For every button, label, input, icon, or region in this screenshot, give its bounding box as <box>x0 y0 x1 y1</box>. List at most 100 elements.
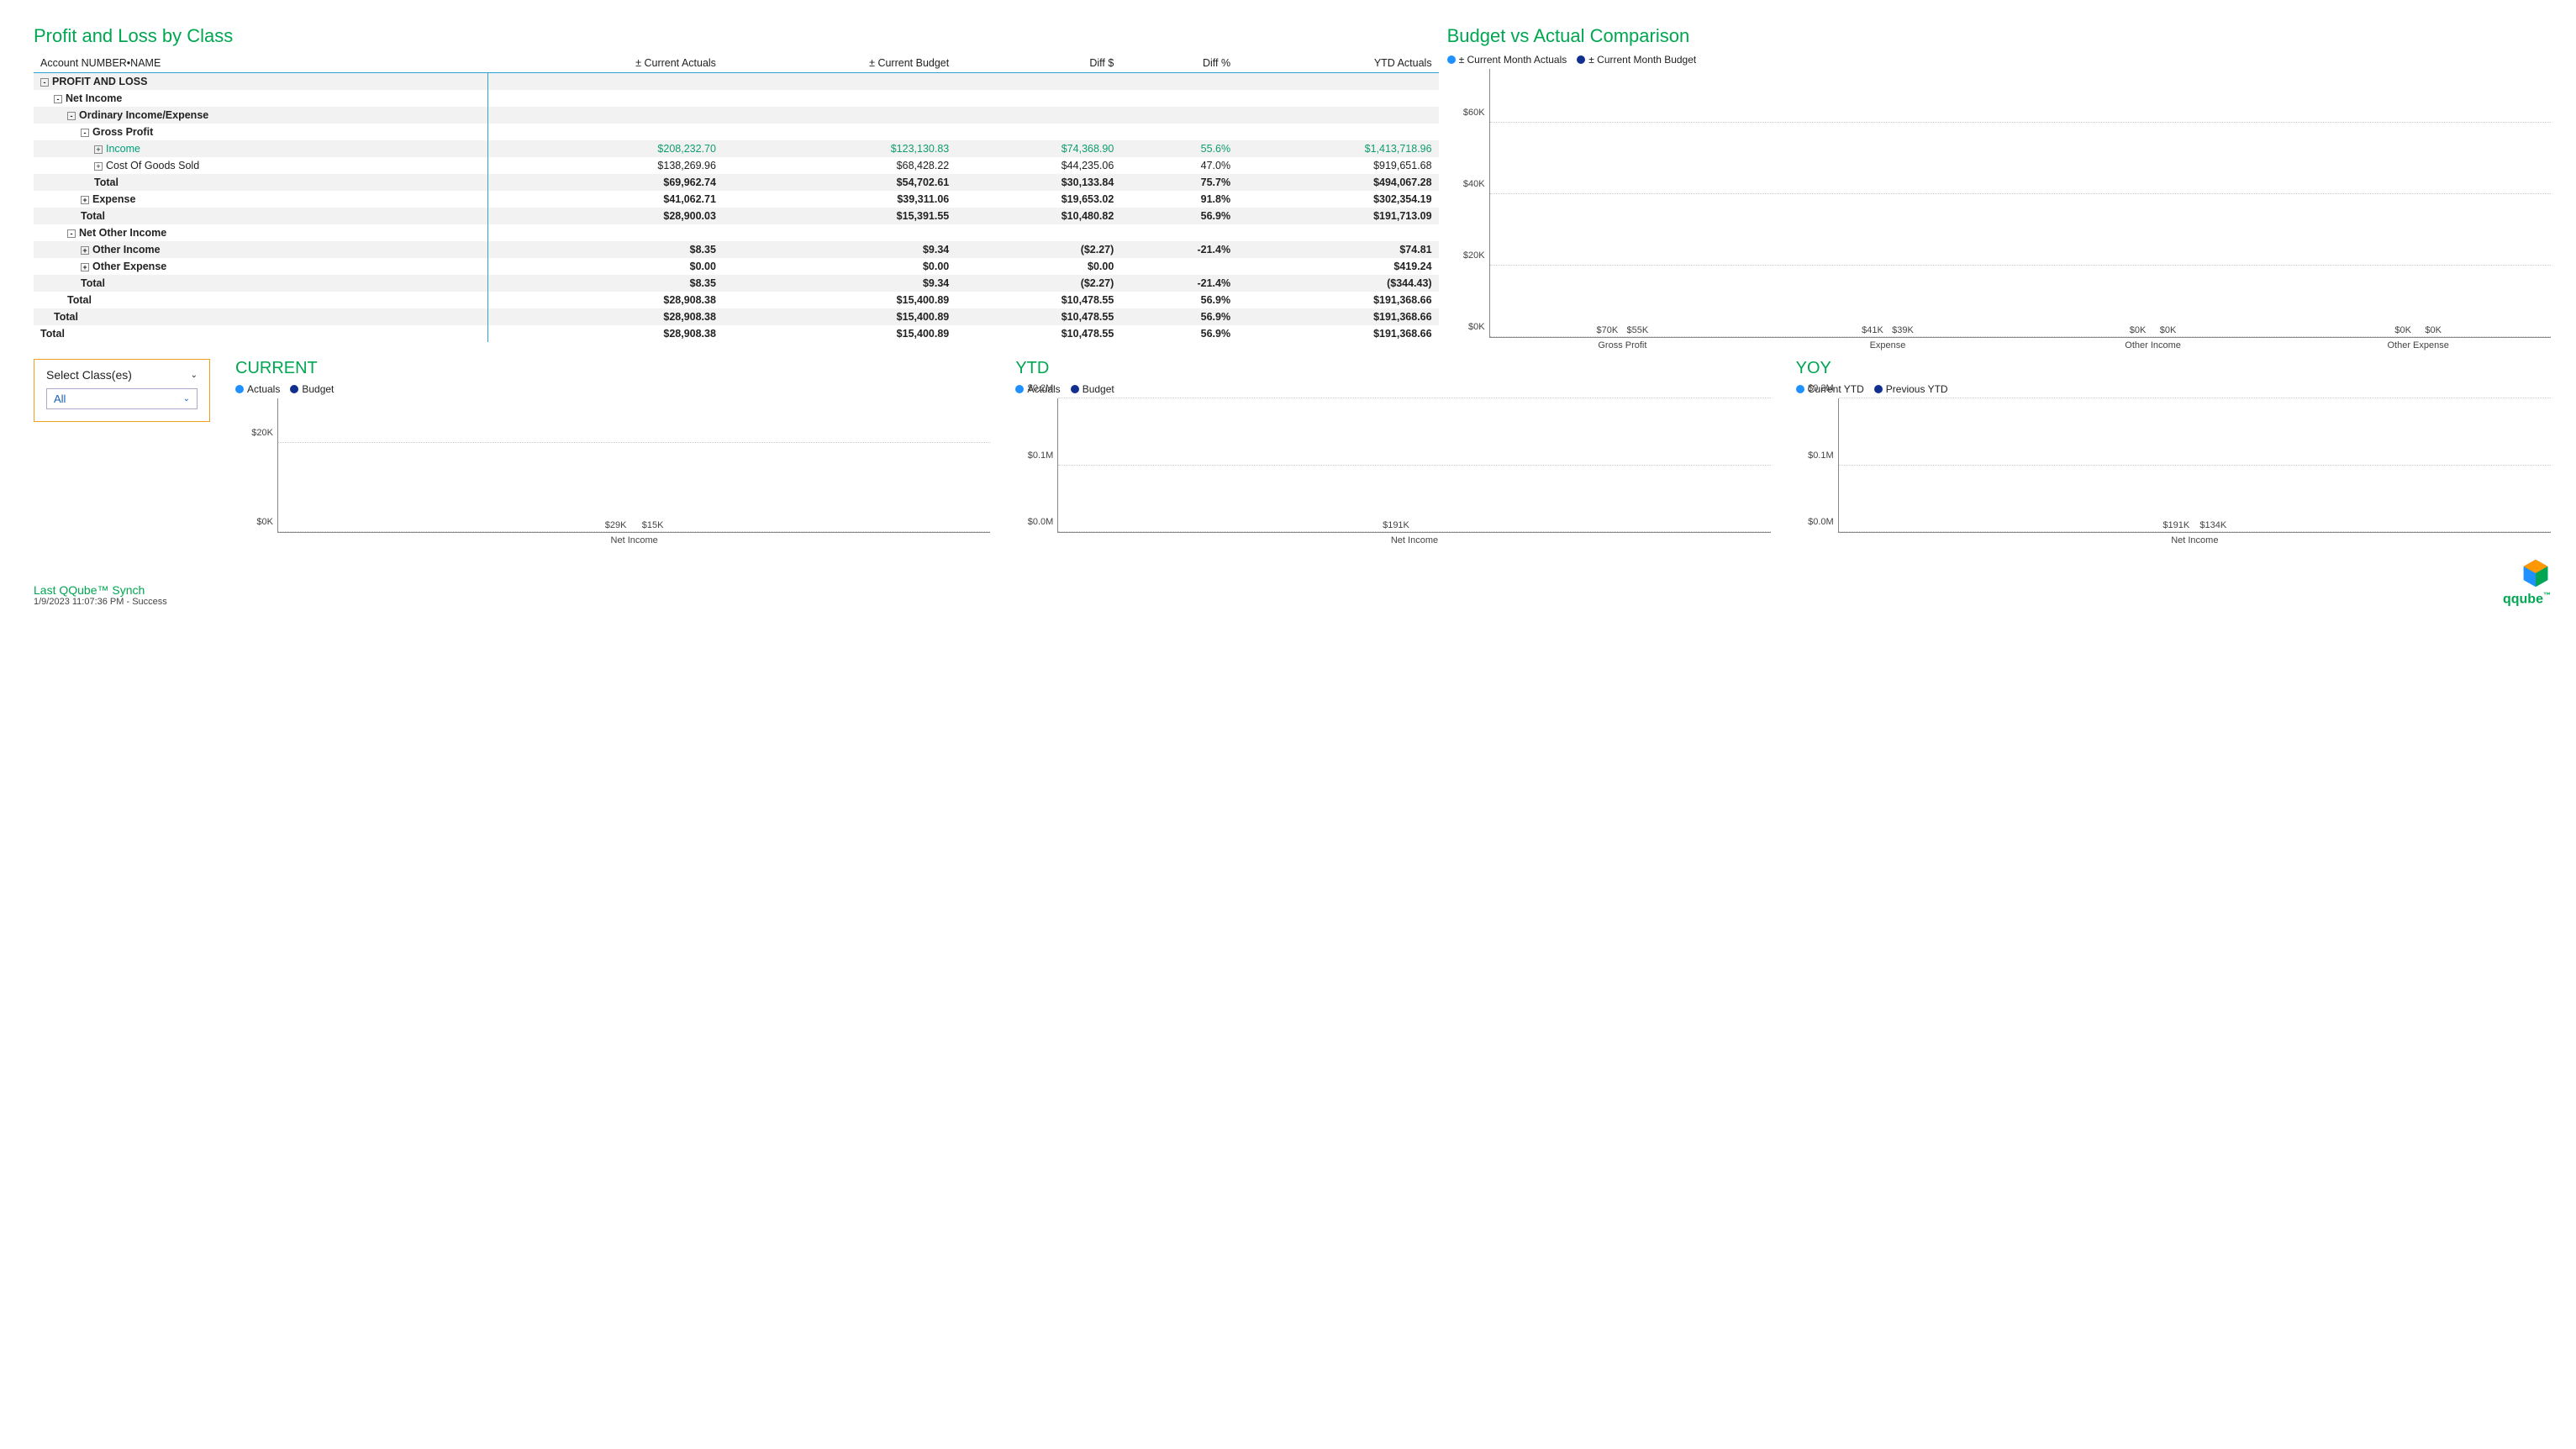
cell-value: 47.0% <box>1120 157 1237 174</box>
cell-value: $28,908.38 <box>488 325 723 342</box>
pnl-header: YTD Actuals <box>1237 54 1439 73</box>
table-row[interactable]: -PROFIT AND LOSS <box>34 73 1439 91</box>
bar-value-label: $39K <box>1892 325 1914 335</box>
expand-icon[interactable]: + <box>94 162 103 171</box>
table-row[interactable]: +Income$208,232.70$123,130.83$74,368.905… <box>34 140 1439 157</box>
cell-value <box>723 73 956 91</box>
cell-value <box>1237 73 1439 91</box>
expand-icon[interactable]: + <box>81 263 89 271</box>
bar-value-label: $15K <box>642 520 664 530</box>
table-row[interactable]: Total$28,900.03$15,391.55$10,480.8256.9%… <box>34 208 1439 224</box>
cell-value <box>723 90 956 107</box>
yoy-chart: $0.0M$0.1M$0.2M$191K$134KNet Income <box>1838 398 2551 533</box>
bar-value-label: $0K <box>2425 325 2442 335</box>
cell-value: 56.9% <box>1120 208 1237 224</box>
table-row[interactable]: -Gross Profit <box>34 124 1439 140</box>
y-tick-label: $0.2M <box>1028 383 1059 393</box>
table-row[interactable]: Total$69,962.74$54,702.61$30,133.8475.7%… <box>34 174 1439 191</box>
class-dropdown[interactable]: All ⌄ <box>46 388 198 409</box>
table-row[interactable]: +Expense$41,062.71$39,311.06$19,653.0291… <box>34 191 1439 208</box>
cell-value: 56.9% <box>1120 292 1237 308</box>
cell-value <box>488 224 723 241</box>
cell-value: 56.9% <box>1120 325 1237 342</box>
category-label: Other Expense <box>2387 340 2448 350</box>
cell-value <box>956 107 1120 124</box>
cell-value: $10,478.55 <box>956 325 1120 342</box>
bva-chart: $0K$20K$40K$60K$70K$55KGross Profit$41K$… <box>1489 69 2551 338</box>
collapse-icon[interactable]: - <box>67 229 76 238</box>
ytd-chart-section: YTD Actuals Budget $0.0M$0.1M$0.2M$191KN… <box>1015 359 1770 533</box>
cell-value <box>1120 107 1237 124</box>
cell-value: $9.34 <box>723 241 956 258</box>
cell-value: $8.35 <box>488 241 723 258</box>
category-label: Expense <box>1870 340 1906 350</box>
row-name: Net Income <box>66 92 122 104</box>
cell-value: $15,400.89 <box>723 325 956 342</box>
pnl-header: ± Current Actuals <box>488 54 723 73</box>
row-name: Other Income <box>92 244 161 256</box>
category-label: Other Income <box>2125 340 2181 350</box>
y-tick-label: $20K <box>1463 250 1490 261</box>
cell-value <box>956 90 1120 107</box>
row-name: Total <box>81 277 105 289</box>
selector-label: Select Class(es) <box>46 368 132 382</box>
cell-value <box>956 73 1120 91</box>
row-name: Net Other Income <box>79 227 166 239</box>
bva-title: Budget vs Actual Comparison <box>1447 25 2551 47</box>
table-row[interactable]: -Ordinary Income/Expense <box>34 107 1439 124</box>
cell-value <box>1120 258 1237 275</box>
cell-value <box>723 107 956 124</box>
cell-value: $419.24 <box>1237 258 1439 275</box>
table-row[interactable]: Total$28,908.38$15,400.89$10,478.5556.9%… <box>34 325 1439 342</box>
cell-value: $28,908.38 <box>488 308 723 325</box>
row-name: Gross Profit <box>92 126 153 138</box>
cell-value <box>1237 224 1439 241</box>
bar-value-label: $191K <box>2162 520 2189 530</box>
cell-value <box>488 73 723 91</box>
collapse-icon[interactable]: - <box>54 95 62 103</box>
category-label: Net Income <box>2171 535 2218 545</box>
expand-icon[interactable]: + <box>94 145 103 154</box>
chevron-down-icon[interactable]: ⌄ <box>191 371 198 380</box>
y-tick-label: $0K <box>1468 322 1490 332</box>
cell-value: $10,478.55 <box>956 292 1120 308</box>
row-name: Total <box>94 177 119 188</box>
table-row[interactable]: Total$8.35$9.34($2.27)-21.4%($344.43) <box>34 275 1439 292</box>
class-selector[interactable]: Select Class(es) ⌄ All ⌄ <box>34 359 210 422</box>
table-row[interactable]: -Net Income <box>34 90 1439 107</box>
expand-icon[interactable]: + <box>81 196 89 204</box>
row-name: Ordinary Income/Expense <box>79 109 208 121</box>
cell-value: $0.00 <box>488 258 723 275</box>
table-row[interactable]: +Other Expense$0.00$0.00$0.00$419.24 <box>34 258 1439 275</box>
row-name: Other Expense <box>92 261 166 272</box>
legend-swatch-actuals <box>1447 55 1456 64</box>
bva-section: Budget vs Actual Comparison ± Current Mo… <box>1447 25 2551 342</box>
expand-icon[interactable]: + <box>81 246 89 255</box>
pnl-title: Profit and Loss by Class <box>34 25 1439 47</box>
table-row[interactable]: Total$28,908.38$15,400.89$10,478.5556.9%… <box>34 308 1439 325</box>
cell-value: $41,062.71 <box>488 191 723 208</box>
collapse-icon[interactable]: - <box>40 78 49 87</box>
cell-value: $69,962.74 <box>488 174 723 191</box>
category-label: Net Income <box>611 535 658 545</box>
cell-value: $28,908.38 <box>488 292 723 308</box>
collapse-icon[interactable]: - <box>81 129 89 137</box>
pnl-header: ± Current Budget <box>723 54 956 73</box>
pnl-header: Diff $ <box>956 54 1120 73</box>
table-row[interactable]: Total$28,908.38$15,400.89$10,478.5556.9%… <box>34 292 1439 308</box>
bar-value-label: $0K <box>2130 325 2147 335</box>
cell-value: $123,130.83 <box>723 140 956 157</box>
table-row[interactable]: +Cost Of Goods Sold$138,269.96$68,428.22… <box>34 157 1439 174</box>
cell-value: $0.00 <box>956 258 1120 275</box>
table-row[interactable]: +Other Income$8.35$9.34($2.27)-21.4%$74.… <box>34 241 1439 258</box>
cell-value <box>1120 90 1237 107</box>
cell-value <box>1237 107 1439 124</box>
cell-value: $191,368.66 <box>1237 325 1439 342</box>
cell-value: -21.4% <box>1120 275 1237 292</box>
ytd-title: YTD <box>1015 359 1770 378</box>
table-row[interactable]: -Net Other Income <box>34 224 1439 241</box>
cell-value: $10,478.55 <box>956 308 1120 325</box>
bar-value-label: $0K <box>2394 325 2411 335</box>
collapse-icon[interactable]: - <box>67 112 76 120</box>
cell-value: $8.35 <box>488 275 723 292</box>
